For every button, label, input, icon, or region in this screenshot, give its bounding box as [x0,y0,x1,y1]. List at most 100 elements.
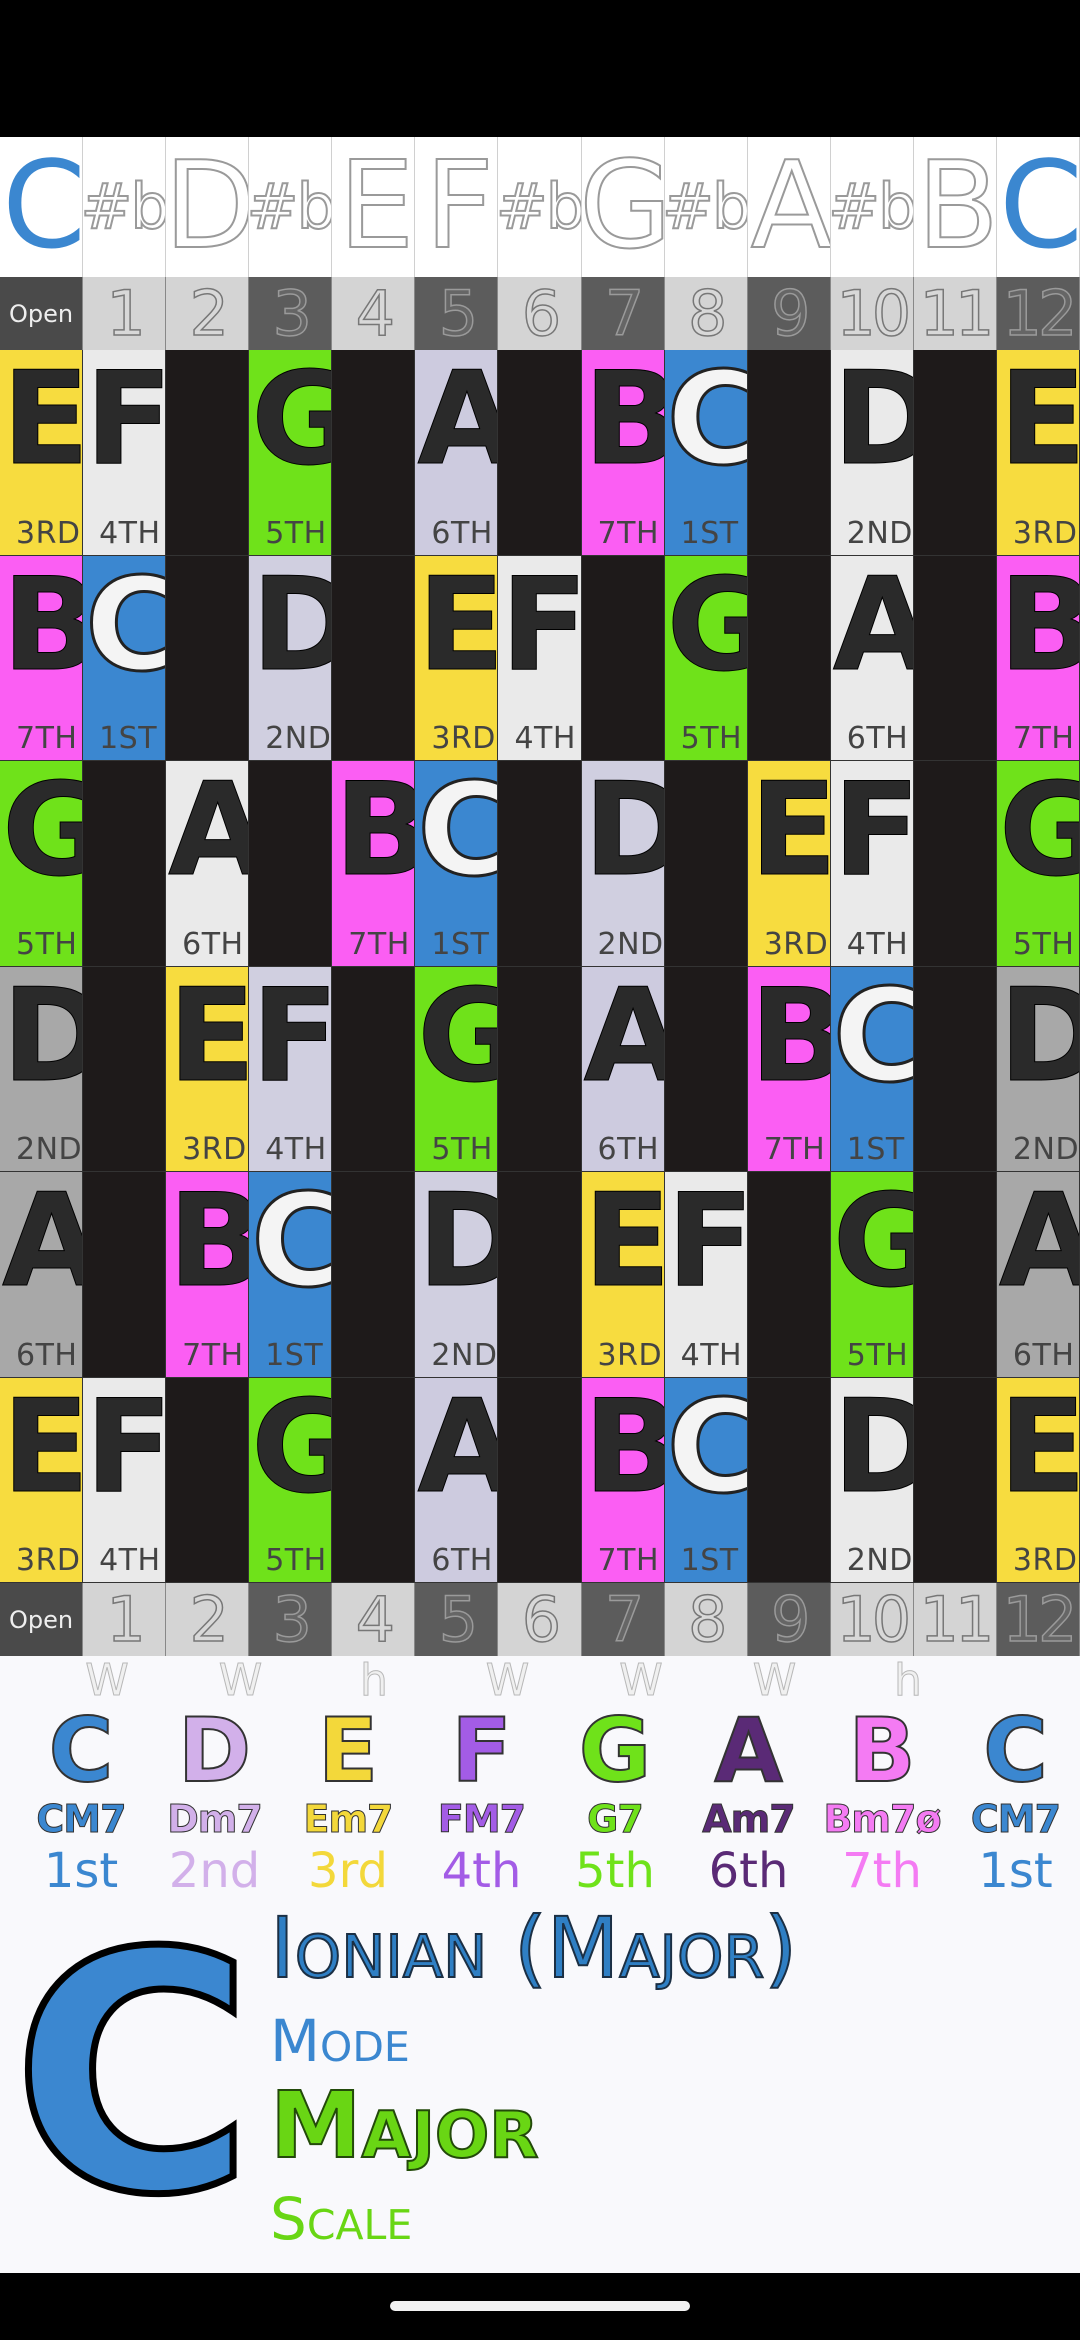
fret-cell-empty[interactable] [498,1172,582,1378]
key-button-3[interactable]: #b [249,137,333,277]
key-button-6[interactable]: #b [498,137,582,277]
scale-column-8[interactable]: C CM7 1st [949,1705,1080,1900]
fret-cell-empty[interactable] [332,1377,416,1583]
fret-cell-empty[interactable] [747,1172,831,1378]
key-button-4[interactable]: E [332,137,416,277]
fret-cell-note-b[interactable]: B 7TH [0,555,84,761]
fret-cell-empty[interactable] [166,555,250,761]
fret-cell-empty[interactable] [83,1172,167,1378]
scale-column-1[interactable]: C CM7 1st [14,1705,148,1900]
fret-cell-empty[interactable] [166,1377,250,1583]
fret-cell-note-a[interactable]: A 6TH [415,1377,499,1583]
fret-cell-note-b[interactable]: B 7TH [747,966,831,1172]
fret-cell-note-b[interactable]: B 7TH [332,761,416,967]
fret-cell-empty[interactable] [83,966,167,1172]
fret-cell-empty[interactable] [747,350,831,556]
key-button-5[interactable]: F [415,137,499,277]
fret-cell-note-a[interactable]: A 6TH [415,350,499,556]
fret-cell-empty[interactable] [332,1172,416,1378]
fret-cell-note-e[interactable]: E 3RD [747,761,831,967]
fret-cell-note-a[interactable]: A 6TH [166,761,250,967]
fret-cell-note-d[interactable]: D 2ND [830,1377,914,1583]
fret-cell-note-c[interactable]: C 1ST [664,1377,748,1583]
fret-cell-empty[interactable] [747,1377,831,1583]
fret-cell-note-g[interactable]: G 5TH [830,1172,914,1378]
fret-cell-empty[interactable] [913,1172,997,1378]
key-button-2[interactable]: D [166,137,250,277]
fret-cell-note-b[interactable]: B 7TH [581,350,665,556]
fret-cell-note-d[interactable]: D 2ND [996,966,1080,1172]
fret-cell-note-d[interactable]: D 2ND [249,555,333,761]
fret-cell-note-d[interactable]: D 2ND [415,1172,499,1378]
fret-cell-note-c[interactable]: C 1ST [664,350,748,556]
fret-cell-note-g[interactable]: G 5TH [249,1377,333,1583]
fret-cell-note-b[interactable]: B 7TH [581,1377,665,1583]
scale-column-2[interactable]: D Dm7 2nd [148,1705,282,1900]
key-button-12[interactable]: C [997,137,1080,277]
fret-cell-note-e[interactable]: E 3RD [581,1172,665,1378]
fret-cell-empty[interactable] [913,761,997,967]
fret-cell-note-e[interactable]: E 3RD [0,1377,84,1583]
mode-title[interactable]: Ionian (Major) [269,1905,798,1991]
fret-cell-note-a[interactable]: A 6TH [0,1172,84,1378]
fret-cell-note-a[interactable]: A 6TH [581,966,665,1172]
fret-cell-empty[interactable] [664,761,748,967]
fret-cell-note-d[interactable]: D 2ND [581,761,665,967]
fret-cell-empty[interactable] [332,555,416,761]
fret-cell-note-d[interactable]: D 2ND [830,350,914,556]
fret-cell-note-g[interactable]: G 5TH [664,555,748,761]
key-button-9[interactable]: A [748,137,831,277]
fret-cell-note-c[interactable]: C 1ST [83,555,167,761]
fret-cell-note-f[interactable]: F 4TH [830,761,914,967]
key-button-11[interactable]: B [914,137,997,277]
fret-cell-empty[interactable] [166,350,250,556]
key-button-8[interactable]: #b [665,137,748,277]
scale-column-3[interactable]: E Em7 3rd [281,1705,415,1900]
fret-cell-empty[interactable] [913,555,997,761]
fret-cell-empty[interactable] [747,555,831,761]
fret-cell-note-f[interactable]: F 4TH [498,555,582,761]
fret-cell-note-e[interactable]: E 3RD [415,555,499,761]
fret-cell-empty[interactable] [332,350,416,556]
fret-cell-note-a[interactable]: A 6TH [996,1172,1080,1378]
fret-cell-note-e[interactable]: E 3RD [0,350,84,556]
fret-cell-note-f[interactable]: F 4TH [249,966,333,1172]
scale-column-4[interactable]: F FM7 4th [415,1705,549,1900]
scale-column-6[interactable]: A Am7 6th [682,1705,816,1900]
fret-cell-empty[interactable] [498,350,582,556]
key-button-1[interactable]: #b [83,137,167,277]
home-indicator[interactable] [390,2301,690,2311]
fret-cell-empty[interactable] [83,761,167,967]
key-button-10[interactable]: #b [831,137,914,277]
fret-cell-note-e[interactable]: E 3RD [996,350,1080,556]
fret-cell-note-f[interactable]: F 4TH [83,1377,167,1583]
scale-column-7[interactable]: B Bm7ø 7th [815,1705,949,1900]
key-button-7[interactable]: G [582,137,665,277]
fret-cell-note-g[interactable]: G 5TH [0,761,84,967]
fret-cell-note-f[interactable]: F 4TH [664,1172,748,1378]
fret-cell-empty[interactable] [498,1377,582,1583]
fret-cell-empty[interactable] [913,966,997,1172]
fret-cell-note-c[interactable]: C 1ST [249,1172,333,1378]
fret-cell-note-g[interactable]: G 5TH [249,350,333,556]
fret-cell-note-e[interactable]: E 3RD [996,1377,1080,1583]
fret-cell-empty[interactable] [913,350,997,556]
fret-cell-note-a[interactable]: A 6TH [830,555,914,761]
fret-cell-empty[interactable] [332,966,416,1172]
fret-cell-note-d[interactable]: D 2ND [0,966,84,1172]
fret-cell-note-e[interactable]: E 3RD [166,966,250,1172]
fret-cell-note-g[interactable]: G 5TH [996,761,1080,967]
fret-cell-empty[interactable] [498,761,582,967]
key-button-0[interactable]: C [0,137,84,277]
scale-column-5[interactable]: G G7 5th [548,1705,682,1900]
fret-cell-note-c[interactable]: C 1ST [415,761,499,967]
fret-cell-empty[interactable] [249,761,333,967]
fret-cell-empty[interactable] [498,966,582,1172]
fret-cell-note-b[interactable]: B 7TH [166,1172,250,1378]
fret-cell-note-b[interactable]: B 7TH [996,555,1080,761]
fret-cell-empty[interactable] [581,555,665,761]
fret-cell-note-c[interactable]: C 1ST [830,966,914,1172]
fret-cell-empty[interactable] [664,966,748,1172]
fret-cell-empty[interactable] [913,1377,997,1583]
scale-title[interactable]: Major [269,2079,540,2173]
